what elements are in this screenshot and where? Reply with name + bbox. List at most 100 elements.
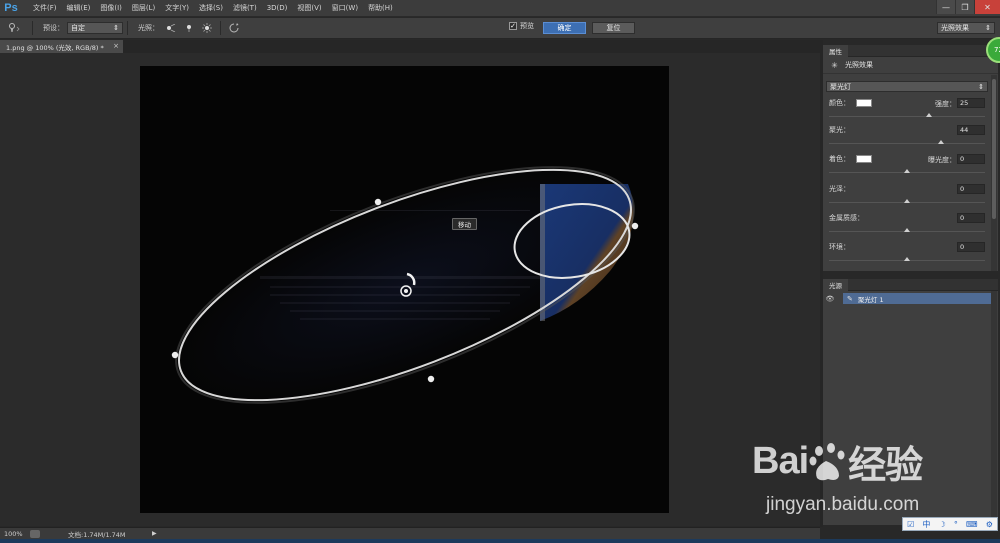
metallic-row: 金属质感： bbox=[829, 212, 864, 224]
ambience-slider[interactable] bbox=[829, 257, 985, 261]
workspace-value: 光照效果 bbox=[941, 24, 969, 32]
menu-layer[interactable]: 图层(L) bbox=[127, 3, 160, 13]
light-label: 光照： bbox=[138, 24, 159, 32]
photoshop-logo: Ps bbox=[4, 2, 18, 14]
window-controls: — ❐ ✕ bbox=[936, 0, 1000, 14]
preset-select[interactable]: 自定 ⇕ bbox=[67, 22, 123, 34]
light-color-swatch[interactable] bbox=[856, 99, 872, 107]
metallic-slider-thumb[interactable] bbox=[904, 228, 910, 232]
gloss-input[interactable]: 0 bbox=[957, 184, 985, 194]
close-button[interactable]: ✕ bbox=[974, 0, 1000, 14]
metallic-slider[interactable] bbox=[829, 228, 985, 232]
menu-type[interactable]: 文字(Y) bbox=[160, 3, 194, 13]
close-tab-icon[interactable]: × bbox=[113, 42, 119, 50]
ambience-row: 环境： bbox=[829, 241, 850, 253]
metallic-input[interactable]: 0 bbox=[957, 213, 985, 223]
exposure-input[interactable]: 0 bbox=[957, 154, 985, 164]
tab-properties[interactable]: 属性 bbox=[823, 44, 848, 57]
gloss-slider-thumb[interactable] bbox=[904, 199, 910, 203]
document-tab-title: 1.png @ 100% (光效, RGB/8) * bbox=[6, 43, 104, 52]
tint-label: 着色： bbox=[829, 155, 850, 163]
zoom-level[interactable]: 100% bbox=[0, 530, 30, 538]
reset-button[interactable]: 复位 bbox=[592, 22, 635, 34]
status-bar: 100% 文档:1.74M/1.74M ▶ bbox=[0, 527, 820, 539]
ime-moon-icon[interactable]: ☽ bbox=[939, 520, 946, 529]
resize-handle-right[interactable] bbox=[631, 222, 639, 230]
intensity-input[interactable]: 25 bbox=[957, 98, 985, 108]
ambience-input[interactable]: 0 bbox=[957, 242, 985, 252]
menu-select[interactable]: 选择(S) bbox=[194, 3, 228, 13]
menu-help[interactable]: 帮助(H) bbox=[363, 3, 398, 13]
lighting-tool-icon[interactable] bbox=[0, 18, 28, 39]
menu-3d[interactable]: 3D(D) bbox=[262, 4, 293, 12]
color-label: 颜色： bbox=[829, 99, 850, 107]
paw-icon bbox=[809, 442, 847, 482]
intensity-label: 强度： bbox=[935, 100, 956, 108]
exposure-label: 曝光度： bbox=[928, 156, 956, 164]
status-info-icon[interactable] bbox=[30, 529, 40, 538]
tint-row: 着色： bbox=[829, 153, 872, 165]
center-handle-dot[interactable] bbox=[404, 289, 408, 293]
tab-lights[interactable]: 光源 bbox=[823, 278, 848, 291]
ime-toolbar: ☑ 中 ☽ ° ⌨ ⚙ bbox=[902, 517, 998, 531]
visibility-eye-icon[interactable]: 👁 bbox=[823, 295, 837, 303]
hotspot-slider-thumb[interactable] bbox=[938, 140, 945, 144]
hotspot-label: 聚光： bbox=[829, 126, 850, 134]
baidu-logo: Bai 经验 bbox=[752, 434, 923, 489]
ambience-slider-thumb[interactable] bbox=[904, 257, 910, 261]
properties-scrollbar-thumb[interactable] bbox=[992, 79, 996, 219]
chevron-updown-icon: ⇕ bbox=[985, 24, 991, 32]
ime-keyboard-icon[interactable]: ⌨ bbox=[966, 520, 978, 529]
menu-window[interactable]: 窗口(W) bbox=[327, 3, 363, 13]
preview-checkbox[interactable]: ✓ bbox=[509, 22, 517, 30]
menu-filter[interactable]: 滤镜(T) bbox=[228, 3, 262, 13]
tint-color-swatch[interactable] bbox=[856, 155, 872, 163]
watermark-logo-right: 经验 bbox=[848, 445, 923, 487]
status-menu-arrow-icon[interactable]: ▶ bbox=[152, 530, 157, 537]
light-type-select[interactable]: 聚光灯 ⇕ bbox=[826, 81, 988, 92]
lighting-overlay bbox=[171, 166, 639, 404]
exposure-slider-thumb[interactable] bbox=[904, 169, 910, 173]
menu-file[interactable]: 文件(F) bbox=[28, 3, 62, 13]
light-type-value: 聚光灯 bbox=[830, 82, 851, 91]
ok-button[interactable]: 确定 bbox=[543, 22, 586, 34]
properties-subheader: ✳ 光照效果 bbox=[823, 57, 998, 74]
separator bbox=[127, 21, 128, 35]
document-tab[interactable]: 1.png @ 100% (光效, RGB/8) * × bbox=[0, 40, 123, 53]
document-size: 文档:1.74M/1.74M bbox=[68, 530, 126, 539]
properties-scrollbar[interactable] bbox=[991, 75, 997, 271]
intensity-slider[interactable] bbox=[829, 113, 985, 117]
document-canvas[interactable]: 移动 bbox=[140, 66, 669, 513]
menu-image[interactable]: 图像(I) bbox=[95, 3, 127, 13]
resize-handle-left[interactable] bbox=[171, 351, 179, 359]
restore-button[interactable]: ❐ bbox=[955, 0, 974, 14]
ime-chinese-mode[interactable]: 中 bbox=[922, 519, 930, 530]
preview-toggle[interactable]: ✓ 预览 bbox=[509, 21, 534, 31]
menu-edit[interactable]: 编辑(E) bbox=[62, 3, 96, 13]
intensity-slider-thumb[interactable] bbox=[925, 113, 932, 117]
separator bbox=[32, 21, 33, 35]
resize-handle-bottom[interactable] bbox=[427, 375, 435, 383]
rotate-icon[interactable] bbox=[225, 21, 243, 35]
menu-view[interactable]: 视图(V) bbox=[292, 3, 326, 13]
light-list-item[interactable]: 👁 ✎ 聚光灯 1 bbox=[823, 293, 993, 304]
taskbar bbox=[0, 539, 1000, 543]
minimize-button[interactable]: — bbox=[936, 0, 955, 14]
resize-handle-top[interactable] bbox=[374, 198, 382, 206]
infinite-light-icon[interactable] bbox=[198, 21, 216, 35]
hotspot-input[interactable]: 44 bbox=[957, 125, 985, 135]
ime-settings-icon[interactable]: ⚙ bbox=[986, 520, 993, 529]
ime-punctuation-icon[interactable]: ° bbox=[954, 520, 958, 529]
ambience-label: 环境： bbox=[829, 243, 850, 251]
image-edge bbox=[540, 184, 545, 321]
light-list-item-selected[interactable]: ✎ 聚光灯 1 bbox=[843, 293, 993, 304]
gloss-slider[interactable] bbox=[829, 199, 985, 203]
point-light-icon[interactable] bbox=[180, 21, 198, 35]
ime-check-icon[interactable]: ☑ bbox=[907, 520, 914, 529]
lights-panel-header: 光源 bbox=[823, 278, 998, 291]
move-tooltip: 移动 bbox=[452, 218, 477, 230]
exposure-slider[interactable] bbox=[829, 169, 985, 173]
workspace-select[interactable]: 光照效果 ⇕ bbox=[937, 22, 995, 34]
hotspot-slider[interactable] bbox=[829, 140, 985, 144]
spot-light-icon[interactable] bbox=[162, 21, 180, 35]
